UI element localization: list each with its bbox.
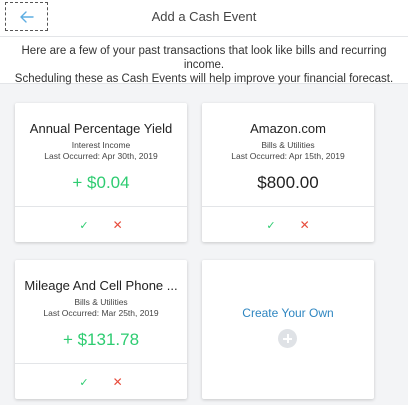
card-category: Bills & Utilities [261, 140, 315, 150]
accept-check-icon[interactable]: ✓ [79, 376, 88, 389]
intro-line-1: Here are a few of your past transactions… [21, 45, 387, 71]
intro-text: Here are a few of your past transactions… [0, 36, 408, 85]
card-last-occurred: Last Occurred: Apr 15th, 2019 [231, 151, 345, 161]
create-cash-event-card[interactable]: Create Your Own [202, 260, 374, 399]
card-actions: ✓ ✕ [15, 364, 187, 400]
card-name: Amazon.com [250, 121, 326, 136]
card-name: Annual Percentage Yield [29, 121, 173, 136]
card-last-occurred: Last Occurred: Mar 25th, 2019 [43, 308, 159, 318]
reject-x-icon[interactable]: ✕ [113, 218, 123, 232]
card-amount: + $0.04 [72, 173, 130, 192]
card-category: Bills & Utilities [74, 297, 128, 307]
header-bar: Add a Cash Event [0, 0, 408, 36]
card-name: Mileage And Cell Phone ... [24, 278, 178, 293]
cash-event-card: Mileage And Cell Phone ... Bills & Utili… [15, 260, 187, 399]
cash-event-card: Amazon.com Bills & Utilities Last Occurr… [202, 103, 374, 242]
card-amount: $800.00 [257, 173, 319, 192]
card-amount: + $131.78 [62, 330, 140, 349]
card-actions: ✓ ✕ [202, 207, 374, 243]
plus-circle-icon[interactable] [278, 329, 297, 348]
card-actions: ✓ ✕ [15, 207, 187, 243]
reject-x-icon[interactable]: ✕ [300, 218, 310, 232]
card-category: Interest Income [71, 140, 131, 150]
accept-check-icon[interactable]: ✓ [79, 219, 88, 232]
card-last-occurred: Last Occurred: Apr 30th, 2019 [44, 151, 158, 161]
accept-check-icon[interactable]: ✓ [266, 219, 275, 232]
cash-event-card: Annual Percentage Yield Interest Income … [15, 103, 187, 242]
reject-x-icon[interactable]: ✕ [113, 375, 123, 389]
create-your-own-link[interactable]: Create Your Own [202, 306, 374, 320]
intro-line-2: Scheduling these as Cash Events will hel… [14, 73, 394, 85]
page-title: Add a Cash Event [151, 9, 257, 24]
